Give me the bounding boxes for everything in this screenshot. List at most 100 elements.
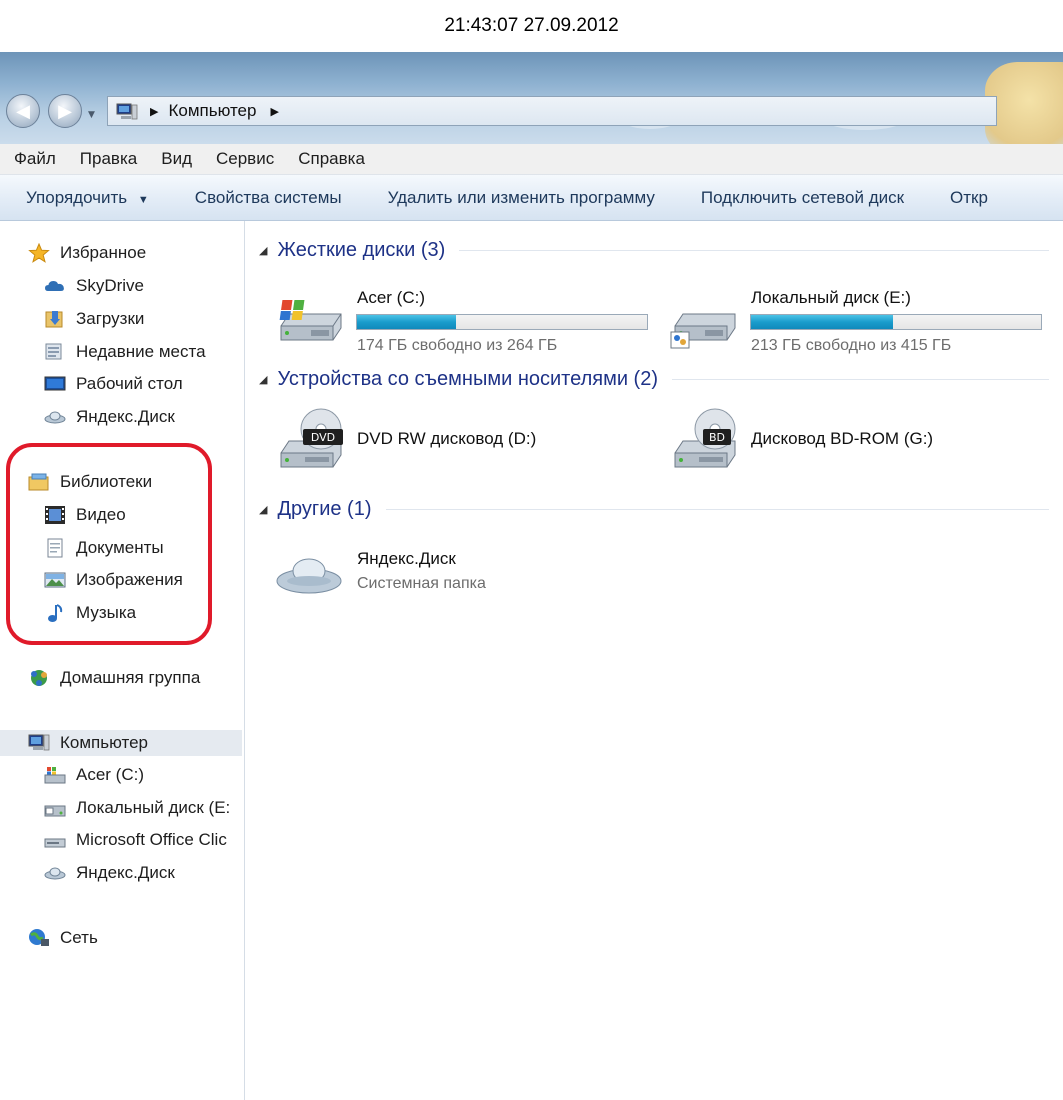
drive-free-space: 174 ГБ свободно из 264 ГБ [357, 337, 558, 354]
sidebar-item-homegroup[interactable]: Домашняя группа [28, 665, 200, 691]
sidebar-item-recent-places[interactable]: Недавние места [44, 339, 206, 365]
sidebar-item-label: Домашняя группа [60, 668, 201, 687]
downloads-folder-icon [44, 309, 66, 329]
collapse-triangle-icon[interactable]: ◢ [259, 503, 267, 516]
group-header-removable[interactable]: ◢ Устройства со съемными носителями (2) [259, 368, 1049, 391]
sidebar-item-yandex-disk-fav[interactable]: Яндекс.Диск [44, 404, 175, 430]
sidebar-item-libraries[interactable]: Библиотеки [28, 469, 152, 495]
group-divider [672, 379, 1049, 380]
sidebar-item-label: Microsoft Office Clic [76, 830, 227, 849]
bd-badge: BD [709, 431, 725, 444]
sidebar-item-skydrive[interactable]: SkyDrive [44, 273, 144, 299]
desktop-icon [44, 374, 66, 394]
organize-label: Упорядочить [26, 187, 128, 207]
item-description: Системная папка [357, 575, 486, 592]
drive-name: Локальный диск (E:) [751, 288, 911, 307]
network-globe-icon [28, 928, 50, 948]
map-network-drive-button[interactable]: Подключить сетевой диск [701, 188, 904, 208]
sidebar-item-yandex-disk-pc[interactable]: Яндекс.Диск [44, 860, 175, 886]
sidebar-item-video[interactable]: Видео [44, 502, 126, 528]
command-bar: Упорядочить ▼ Свойства системы Удалить и… [0, 175, 1063, 221]
drive-usage-fill [357, 315, 456, 329]
drive-tile-e[interactable]: Локальный диск (E:) 213 ГБ свободно из 4… [669, 288, 1059, 360]
sidebar-item-label: Acer (C:) [76, 765, 144, 784]
sidebar-item-computer[interactable]: Компьютер [0, 730, 242, 756]
sidebar-item-label: SkyDrive [76, 276, 145, 295]
sidebar-item-local-disk-e[interactable]: Локальный диск (E: [44, 795, 230, 821]
item-name: Яндекс.Диск [357, 549, 456, 568]
yandex-disk-icon [44, 863, 66, 883]
group-divider [385, 509, 1049, 510]
drive-free-space: 213 ГБ свободно из 415 ГБ [751, 337, 952, 354]
homegroup-icon [28, 668, 50, 688]
drive-usage-bar [750, 314, 1042, 330]
item-yandex-disk[interactable]: Яндекс.Диск Системная папка [275, 549, 655, 609]
menu-view[interactable]: Вид [161, 149, 192, 169]
menu-edit[interactable]: Правка [80, 149, 137, 169]
computer-icon [28, 733, 50, 753]
drive-name: DVD RW дисковод (D:) [357, 429, 537, 448]
dropdown-arrow-icon: ▼ [137, 193, 149, 206]
dvd-drive-icon: DVD [280, 408, 343, 468]
sidebar-item-label: Библиотеки [60, 472, 153, 491]
system-drive-icon [44, 765, 66, 785]
drive-tile-dvd[interactable]: DVD DVD RW дисковод (D:) [275, 407, 655, 479]
sidebar-item-images[interactable]: Изображения [44, 567, 183, 593]
sidebar-item-music[interactable]: Музыка [44, 600, 136, 626]
collapse-triangle-icon[interactable]: ◢ [259, 244, 267, 257]
sidebar-item-network[interactable]: Сеть [28, 925, 98, 951]
menu-file[interactable]: Файл [14, 149, 56, 169]
navigation-pane: Избранное SkyDrive Загрузки Недавние мес… [0, 221, 245, 1100]
sidebar-item-label: Локальный диск (E: [76, 798, 231, 817]
computer-icon [116, 103, 138, 120]
address-bar[interactable]: ▶ Компьютер ▶ [107, 96, 997, 126]
drive-tile-c[interactable]: Acer (C:) 174 ГБ свободно из 264 ГБ [275, 288, 655, 360]
timestamp: 21:43:07 27.09.2012 [0, 0, 1063, 52]
breadcrumb-computer[interactable]: Компьютер [168, 101, 256, 121]
forward-button[interactable]: ▶ [48, 94, 82, 128]
sidebar-item-label: Сеть [60, 928, 98, 947]
system-properties-button[interactable]: Свойства системы [195, 188, 342, 208]
sidebar-item-label: Недавние места [76, 342, 206, 361]
dvd-badge: DVD [311, 431, 335, 444]
document-icon [44, 538, 66, 558]
sidebar-item-acer-c[interactable]: Acer (C:) [44, 762, 144, 788]
menu-tools[interactable]: Сервис [216, 149, 274, 169]
drive-usage-bar [356, 314, 648, 330]
breadcrumb-chevron-icon[interactable]: ▶ [150, 105, 158, 118]
sidebar-item-documents[interactable]: Документы [44, 535, 164, 561]
sidebar-item-office-click[interactable]: Microsoft Office Clic [44, 827, 227, 853]
sidebar-item-label: Избранное [60, 243, 147, 262]
sidebar-item-desktop[interactable]: Рабочий стол [44, 371, 183, 397]
sidebar-item-label: Документы [76, 538, 164, 557]
sidebar-item-favorites[interactable]: Избранное [28, 240, 146, 266]
sidebar-item-label: Яндекс.Диск [76, 407, 175, 426]
content-pane: ◢ Жесткие диски (3) Acer (C:) 174 ГБ сво… [245, 221, 1063, 1100]
drive-usage-fill [751, 315, 894, 329]
open-control-panel-button[interactable]: Откр [950, 188, 988, 208]
sidebar-item-label: Видео [76, 505, 126, 524]
sidebar-item-label: Изображения [76, 570, 183, 589]
menu-help[interactable]: Справка [298, 149, 365, 169]
system-drive-icon [279, 300, 342, 341]
breadcrumb-chevron-icon[interactable]: ▶ [270, 105, 278, 118]
group-header-hard-drives[interactable]: ◢ Жесткие диски (3) [259, 239, 1049, 262]
music-note-icon [44, 603, 66, 623]
back-arrow-icon: ◀ [16, 100, 30, 122]
organize-button[interactable]: Упорядочить ▼ [26, 188, 149, 208]
virtual-drive-icon [44, 830, 66, 850]
drive-name: Дисковод BD-ROM (G:) [751, 429, 934, 448]
recent-places-icon [44, 342, 66, 362]
cloud-icon [44, 276, 66, 296]
collapse-triangle-icon[interactable]: ◢ [259, 373, 267, 386]
group-header-other[interactable]: ◢ Другие (1) [259, 498, 1049, 521]
drive-tile-bd[interactable]: BD Дисковод BD-ROM (G:) [669, 407, 1049, 479]
recent-pages-chevron-icon[interactable]: ▼ [88, 110, 102, 120]
libraries-icon [28, 472, 50, 492]
film-icon [44, 505, 66, 525]
back-button[interactable]: ◀ [6, 94, 40, 128]
sidebar-item-downloads[interactable]: Загрузки [44, 306, 144, 332]
uninstall-program-button[interactable]: Удалить или изменить программу [388, 188, 655, 208]
hard-drive-icon [44, 798, 66, 818]
sidebar-item-label: Рабочий стол [76, 374, 183, 393]
